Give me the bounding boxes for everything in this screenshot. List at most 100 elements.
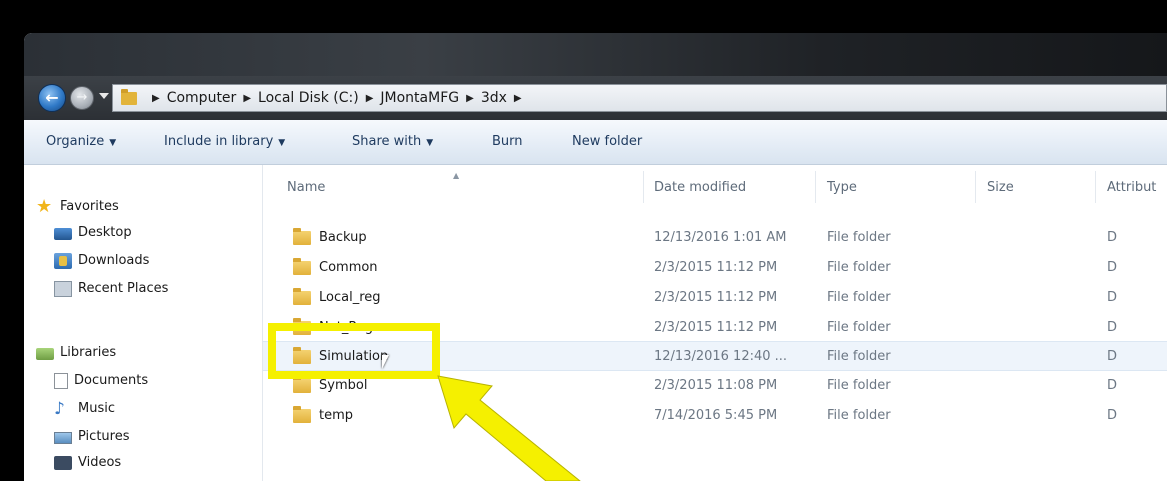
attributes-cell: D bbox=[1107, 378, 1118, 393]
libraries-icon bbox=[36, 348, 54, 360]
table-row[interactable]: Common 2/3/2015 11:12 PM File folder D bbox=[263, 253, 1167, 283]
nav-desktop[interactable]: Desktop bbox=[54, 221, 132, 245]
file-name-cell[interactable]: Local_reg bbox=[293, 283, 381, 313]
recent-pages-dropdown-icon[interactable] bbox=[99, 93, 109, 99]
title-bar[interactable] bbox=[24, 33, 1167, 76]
date-modified-cell: 2/3/2015 11:08 PM bbox=[654, 378, 778, 393]
desktop-icon bbox=[54, 228, 72, 240]
nav-music[interactable]: ♪ Music bbox=[54, 397, 115, 421]
column-header-size[interactable]: Size bbox=[987, 165, 1014, 211]
column-divider[interactable] bbox=[975, 171, 976, 203]
mouse-cursor-icon bbox=[382, 355, 389, 369]
nav-libraries[interactable]: Libraries bbox=[36, 341, 116, 365]
caret-down-icon: ▼ bbox=[278, 138, 286, 148]
recent-places-icon bbox=[54, 281, 72, 297]
share-with-label: Share with bbox=[352, 134, 422, 149]
folder-icon bbox=[121, 88, 137, 105]
folder-icon bbox=[293, 406, 311, 423]
nav-documents[interactable]: Documents bbox=[54, 369, 148, 393]
date-modified-cell: 7/14/2016 5:45 PM bbox=[654, 408, 778, 423]
music-icon: ♪ bbox=[54, 399, 65, 419]
forward-arrow-icon: → bbox=[76, 90, 88, 105]
star-icon: ★ bbox=[36, 196, 53, 217]
chevron-right-icon[interactable]: ▶ bbox=[514, 93, 522, 104]
desktop-edge bbox=[0, 0, 24, 481]
caret-down-icon: ▼ bbox=[109, 138, 117, 148]
folder-icon bbox=[293, 288, 311, 305]
forward-button[interactable]: → bbox=[70, 86, 94, 110]
table-row[interactable]: temp 7/14/2016 5:45 PM File folder D bbox=[263, 401, 1167, 431]
attributes-cell: D bbox=[1107, 230, 1118, 245]
nav-pictures[interactable]: Pictures bbox=[54, 425, 129, 449]
nav-desktop-label: Desktop bbox=[78, 225, 132, 240]
nav-music-label: Music bbox=[78, 401, 115, 416]
nav-videos-label: Videos bbox=[78, 455, 122, 470]
burn-button[interactable]: Burn bbox=[492, 120, 523, 164]
column-header-type[interactable]: Type bbox=[827, 165, 857, 211]
chevron-right-icon[interactable]: ▶ bbox=[152, 93, 160, 104]
date-modified-cell: 12/13/2016 12:40 ... bbox=[654, 349, 788, 364]
file-name-cell[interactable]: Common bbox=[293, 253, 378, 283]
type-cell: File folder bbox=[827, 320, 891, 335]
nav-recent-places[interactable]: Recent Places bbox=[54, 277, 168, 301]
folder-icon bbox=[293, 258, 311, 275]
attributes-cell: D bbox=[1107, 320, 1118, 335]
organize-label: Organize bbox=[46, 134, 105, 149]
back-arrow-icon: ← bbox=[45, 88, 59, 107]
attributes-cell: D bbox=[1107, 290, 1118, 305]
attributes-cell: D bbox=[1107, 408, 1118, 423]
explorer-window: ← → ▶ Computer ▶ Local Disk (C:) ▶ JMont… bbox=[24, 33, 1167, 481]
yellow-arrow-icon bbox=[437, 375, 581, 481]
pictures-icon bbox=[54, 432, 72, 444]
caret-down-icon: ▼ bbox=[426, 138, 434, 148]
navigation-pane: ★ Favorites Desktop Downloads Recent Pla… bbox=[24, 165, 263, 481]
nav-downloads[interactable]: Downloads bbox=[54, 249, 149, 273]
column-divider[interactable] bbox=[815, 171, 816, 203]
date-modified-cell: 2/3/2015 11:12 PM bbox=[654, 320, 778, 335]
arrow-shape bbox=[437, 375, 581, 481]
column-header-name[interactable]: Name bbox=[287, 165, 325, 211]
include-in-library-button[interactable]: Include in library ▼ bbox=[164, 120, 285, 164]
organize-button[interactable]: Organize ▼ bbox=[46, 120, 116, 164]
table-row[interactable]: Backup 12/13/2016 1:01 AM File folder D bbox=[263, 223, 1167, 253]
share-with-button[interactable]: Share with ▼ bbox=[352, 120, 433, 164]
attributes-cell: D bbox=[1107, 349, 1118, 364]
breadcrumb-jmontamfg[interactable]: JMontaMFG bbox=[380, 90, 459, 106]
file-name: Common bbox=[319, 260, 378, 275]
column-divider[interactable] bbox=[643, 171, 644, 203]
file-name-cell[interactable]: temp bbox=[293, 401, 353, 431]
date-modified-cell: 2/3/2015 11:12 PM bbox=[654, 290, 778, 305]
column-header-attributes[interactable]: Attribut bbox=[1107, 165, 1156, 211]
type-cell: File folder bbox=[827, 408, 891, 423]
type-cell: File folder bbox=[827, 349, 891, 364]
new-folder-button[interactable]: New folder bbox=[572, 120, 642, 164]
chevron-right-icon[interactable]: ▶ bbox=[466, 93, 474, 104]
back-button[interactable]: ← bbox=[38, 84, 66, 112]
column-divider[interactable] bbox=[1095, 171, 1096, 203]
table-row[interactable]: Local_reg 2/3/2015 11:12 PM File folder … bbox=[263, 283, 1167, 313]
nav-favorites-label: Favorites bbox=[60, 199, 119, 214]
breadcrumb-local-disk[interactable]: Local Disk (C:) bbox=[258, 90, 359, 106]
type-cell: File folder bbox=[827, 378, 891, 393]
type-cell: File folder bbox=[827, 290, 891, 305]
chevron-right-icon[interactable]: ▶ bbox=[366, 93, 374, 104]
nav-favorites[interactable]: ★ Favorites bbox=[36, 195, 119, 219]
address-bar[interactable]: ▶ Computer ▶ Local Disk (C:) ▶ JMontaMFG… bbox=[112, 84, 1167, 112]
type-cell: File folder bbox=[827, 260, 891, 275]
document-icon bbox=[54, 373, 68, 389]
breadcrumb-3dx[interactable]: 3dx bbox=[481, 90, 507, 106]
date-modified-cell: 12/13/2016 1:01 AM bbox=[654, 230, 787, 245]
downloads-icon bbox=[54, 253, 72, 269]
folder-icon bbox=[293, 376, 311, 393]
breadcrumb-computer[interactable]: Computer bbox=[167, 90, 237, 106]
nav-downloads-label: Downloads bbox=[78, 253, 150, 268]
nav-libraries-label: Libraries bbox=[60, 345, 117, 360]
nav-documents-label: Documents bbox=[74, 373, 149, 388]
chevron-right-icon[interactable]: ▶ bbox=[243, 93, 251, 104]
nav-videos[interactable]: Videos bbox=[54, 451, 121, 475]
command-bar: Organize ▼ Include in library ▼ Share with… bbox=[24, 120, 1167, 165]
date-modified-cell: 2/3/2015 11:12 PM bbox=[654, 260, 778, 275]
attributes-cell: D bbox=[1107, 260, 1118, 275]
column-header-date-modified[interactable]: Date modified bbox=[654, 165, 746, 211]
file-name-cell[interactable]: Backup bbox=[293, 223, 367, 253]
